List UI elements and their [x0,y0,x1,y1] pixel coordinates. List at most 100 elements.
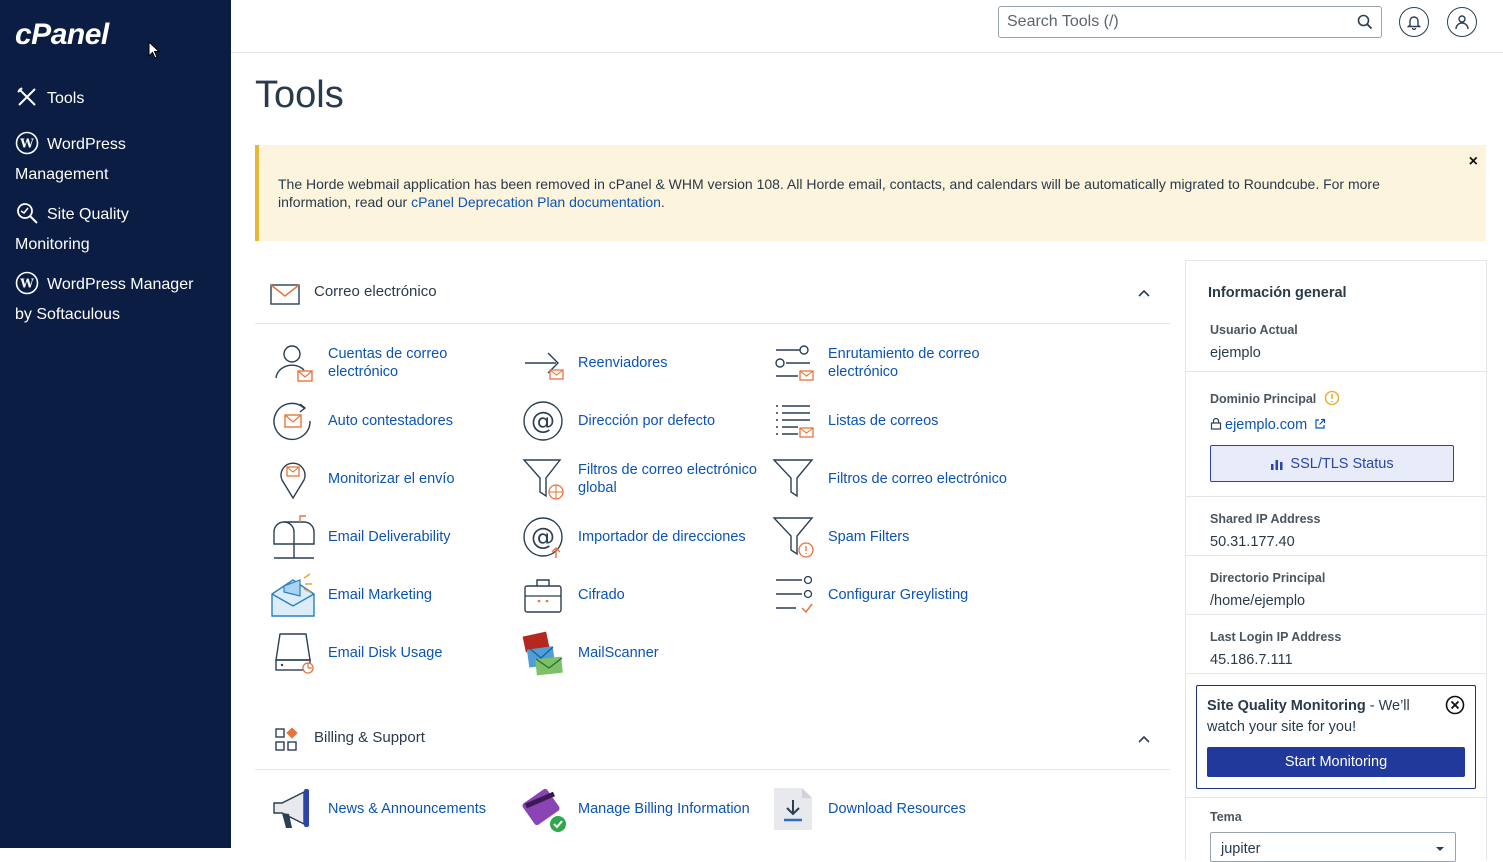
section-header-billing-support[interactable]: Billing & Support [255,692,1170,770]
tool-mailscanner[interactable]: MailScanner [520,630,659,676]
tool-label: Dirección por defecto [578,413,716,429]
close-icon[interactable]: × [1469,153,1478,171]
tool-label: Email Deliverability [328,529,451,545]
tools-icon [17,87,36,106]
search-tools-input[interactable] [998,6,1382,38]
section-header-email[interactable]: Correo electrónico [255,246,1170,324]
tool-global-email-filters[interactable]: Filtros de correo electrónico global [520,456,768,502]
sidebar-item-label: Site Quality [47,206,129,223]
current-user-value: ejemplo [1210,345,1261,361]
user-account-button[interactable] [1447,7,1477,37]
close-circle-icon[interactable] [1445,695,1465,715]
home-directory-value: /home/ejemplo [1210,593,1306,609]
tool-label: Spam Filters [828,529,910,545]
theme-select[interactable]: jupiter [1210,832,1456,862]
theme-label: Tema [1210,810,1242,824]
chevron-up-icon[interactable] [1137,734,1151,744]
tool-track-delivery[interactable]: Monitorizar el envío [270,456,455,502]
external-link-icon[interactable] [1314,418,1326,430]
sidebar-item-site-quality-monitoring[interactable]: Site Quality Monitoring [15,200,220,260]
tool-mailing-lists[interactable]: Listas de correos [770,398,938,444]
svg-text:W: W [19,137,34,151]
deprecation-plan-link[interactable]: cPanel Deprecation Plan documentation [411,194,661,210]
at-sign-icon: @ [523,401,563,441]
sidebar-item-wordpress-manager-softaculous[interactable]: W WordPress Manager by Softaculous [15,270,220,330]
tool-label: Configurar Greylisting [828,587,969,603]
tool-email-disk-usage[interactable]: Email Disk Usage [270,630,442,676]
primary-domain-link[interactable]: ejemplo.com [1225,417,1307,433]
mouse-cursor-icon [148,41,161,59]
tool-autoresponders[interactable]: Auto contestadores [270,398,453,444]
tool-label: Manage Billing Information [578,801,750,817]
tool-email-routing[interactable]: Enrutamiento de correo electrónico [770,340,998,386]
sqm-title: Site Quality Monitoring [1207,698,1366,714]
cpanel-logo[interactable]: cPanel [15,18,109,52]
search-icon[interactable] [1357,14,1373,30]
wordpress-icon: W [15,131,39,155]
tool-label: Enrutamiento de correo electrónico [828,346,980,380]
address-importer-icon: @ [523,517,563,558]
disk-usage-icon [275,633,314,674]
tool-email-filters[interactable]: Filtros de correo electrónico [770,456,1007,502]
site-quality-monitoring-promo-row: Site Quality Monitoring - We’ll watch yo… [1186,673,1486,797]
tool-label: Reenviadores [578,355,668,371]
tool-label: Filtros de correo electrónico [828,471,1007,487]
general-info-panel: Información general Usuario Actual ejemp… [1185,260,1487,862]
tool-email-accounts[interactable]: Cuentas de correo electrónico [270,340,478,386]
tool-encryption[interactable]: Cifrado [520,572,625,618]
apps-grid-icon [275,727,298,751]
tool-label: MailScanner [578,645,659,661]
tool-label: Cifrado [578,587,625,603]
sidebar-item-label-line2: by Softaculous [15,306,120,323]
tool-label: Download Resources [828,801,966,817]
tool-label: Email Disk Usage [328,645,443,661]
tool-forwarders[interactable]: Reenviadores [520,340,667,386]
shared-ip-row: Shared IP Address 50.31.177.40 [1186,496,1486,555]
shared-ip-label: Shared IP Address [1210,512,1321,526]
credit-card-icon [522,788,566,832]
svg-text:W: W [19,277,34,291]
autoresponder-icon [273,402,311,441]
tool-download-resources[interactable]: Download Resources [770,786,966,832]
tool-label: Email Marketing [328,587,432,603]
tool-label: Importador de direcciones [578,529,746,545]
start-monitoring-button[interactable]: Start Monitoring [1207,747,1465,777]
tool-news-announcements[interactable]: News & Announcements [270,786,486,832]
sidebar-item-tools[interactable]: Tools [15,84,220,114]
sidebar-item-wordpress-management[interactable]: W WordPress Management [15,130,220,190]
checklist-icon [776,575,813,614]
notifications-button[interactable] [1399,7,1429,37]
tool-label: Auto contestadores [328,413,453,429]
wordpress-icon: W [15,271,39,295]
ssl-tls-status-button[interactable]: SSL/TLS Status [1210,445,1454,482]
tool-email-marketing[interactable]: Email Marketing [270,572,432,618]
user-icon [1455,15,1469,30]
home-directory-row: Directorio Principal /home/ejemplo [1186,555,1486,614]
download-icon [774,788,812,830]
panel-title: Información general [1208,285,1347,301]
bar-chart-icon [1271,459,1283,470]
primary-domain-label-text: Dominio Principal [1210,392,1317,406]
email-marketing-icon [271,573,315,617]
tool-email-deliverability[interactable]: Email Deliverability [270,514,450,560]
tool-label: Cuentas de correo electrónico [328,346,448,380]
tool-address-importer[interactable]: @ Importador de direcciones [520,514,746,560]
warning-icon[interactable] [1324,390,1340,406]
ssl-button-label: SSL/TLS Status [1290,455,1394,472]
last-login-ip-value: 45.186.7.111 [1210,652,1293,668]
theme-row: Tema jupiter [1186,797,1486,862]
theme-value: jupiter [1221,841,1261,857]
tool-spam-filters[interactable]: Spam Filters [770,514,909,560]
sidebar-item-label: WordPress [47,136,126,153]
forwarders-icon [525,352,564,380]
primary-domain-row: Dominio Principal ejemplo.com SSL/TLS St… [1186,371,1486,496]
tool-manage-billing[interactable]: Manage Billing Information [520,786,750,832]
tool-label: News & Announcements [328,801,486,817]
tool-greylisting[interactable]: Configurar Greylisting [770,572,968,618]
chevron-up-icon[interactable] [1137,288,1151,298]
mailing-lists-icon [776,405,814,438]
section-title: Billing & Support [314,729,425,746]
last-login-ip-row: Last Login IP Address 45.186.7.111 [1186,614,1486,673]
sidebar: cPanel Tools W WordPress Management Site … [0,0,231,848]
tool-default-address[interactable]: @ Dirección por defecto [520,398,715,444]
